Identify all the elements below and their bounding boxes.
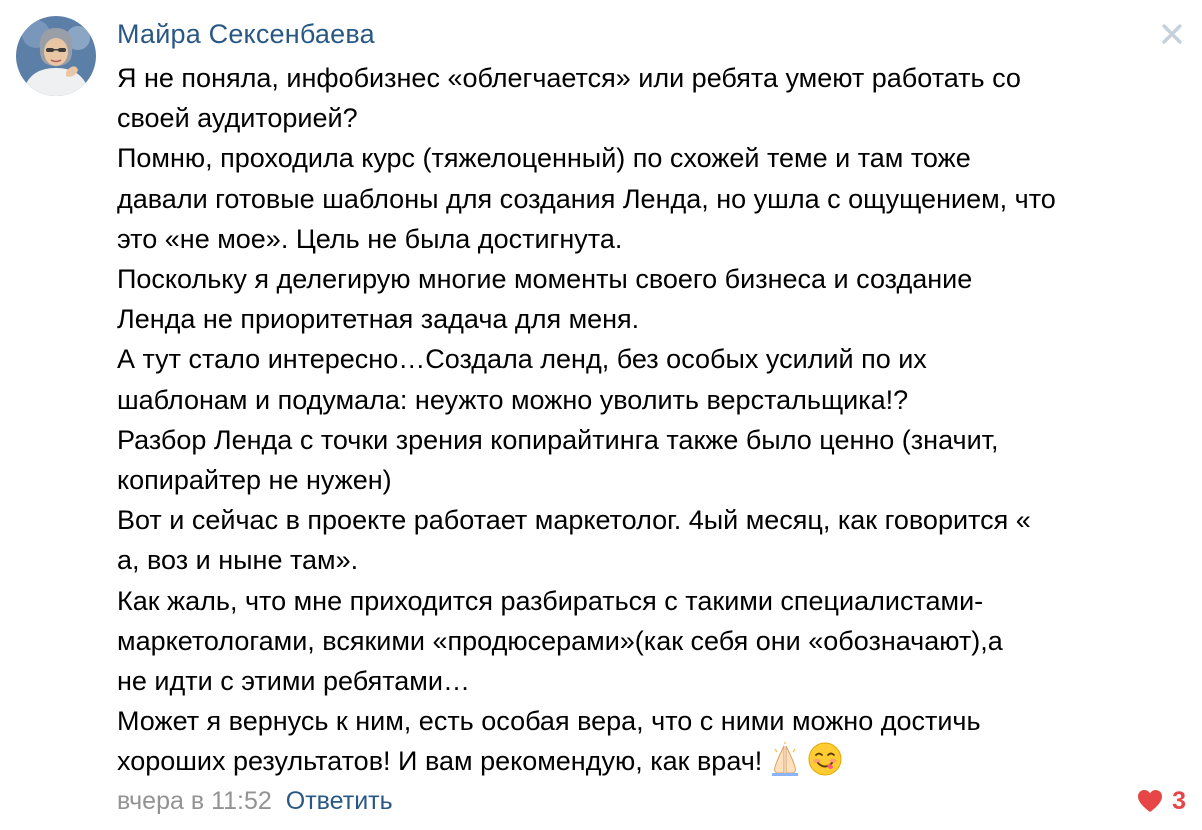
- avatar-image: [16, 16, 96, 96]
- comment-line: Вот и сейчас в проекте работает маркетол…: [117, 505, 1031, 536]
- heart-icon: [1138, 790, 1163, 812]
- comment-line: Я не поняла, инфобизнес «облегчается» ил…: [117, 63, 1021, 93]
- comment-line: своей аудиторией?: [117, 103, 358, 134]
- comment-line: не идти с этими ребятами…: [117, 666, 470, 697]
- like-count: 3: [1172, 787, 1186, 815]
- comment-line: маркетологами, всякими «продюсерами»(как…: [117, 625, 1003, 656]
- comment-text: Я не поняла, инфобизнес «облегчается» ил…: [117, 58, 1187, 782]
- comment-line: Поскольку я делегирую многие моменты сво…: [117, 264, 973, 295]
- reply-button[interactable]: Ответить: [286, 787, 393, 815]
- comment-line: а, воз и ныне там».: [117, 545, 359, 576]
- comment-line-text: хороших результатов! И вам рекомендую, к…: [117, 746, 763, 777]
- avatar[interactable]: [16, 16, 96, 96]
- timestamp[interactable]: вчера в 11:52: [117, 787, 272, 815]
- folded-hands-icon: [768, 742, 802, 777]
- comment-line: это «не мое». Цель не была достигнута.: [117, 223, 623, 254]
- comment-line: Может я вернусь к ним, есть особая вера,…: [117, 706, 981, 737]
- like-button[interactable]: 3: [1137, 785, 1186, 817]
- author-name[interactable]: Майра Сексенбаева: [117, 17, 375, 51]
- comment-line: давали готовые шаблоны для создания Ленд…: [117, 183, 1056, 214]
- comment-line: А тут стало интересно…Создала ленд, без …: [117, 344, 927, 375]
- comment-line: копирайтер не нужен): [117, 465, 392, 496]
- comment-footer: вчера в 11:52 Ответить: [117, 785, 393, 817]
- comment-line: Ленда не приоритетная задача для меня.: [117, 304, 640, 335]
- comment: Майра Сексенбаева Я не поняла, инфобизне…: [0, 0, 1202, 830]
- comment-line: Помню, проходила курс (тяжелоценный) по …: [117, 143, 971, 174]
- comment-line: Разбор Ленда с точки зрения копирайтинга…: [117, 424, 999, 455]
- close-icon[interactable]: [1158, 20, 1186, 48]
- comment-line: Как жаль, что мне приходится разбираться…: [117, 585, 984, 616]
- savoring-face-icon: [808, 742, 842, 776]
- comment-line-last: хороших результатов! И вам рекомендую, к…: [117, 741, 1187, 781]
- comment-line: шаблонам и подумала: неужто можно уволит…: [117, 384, 909, 415]
